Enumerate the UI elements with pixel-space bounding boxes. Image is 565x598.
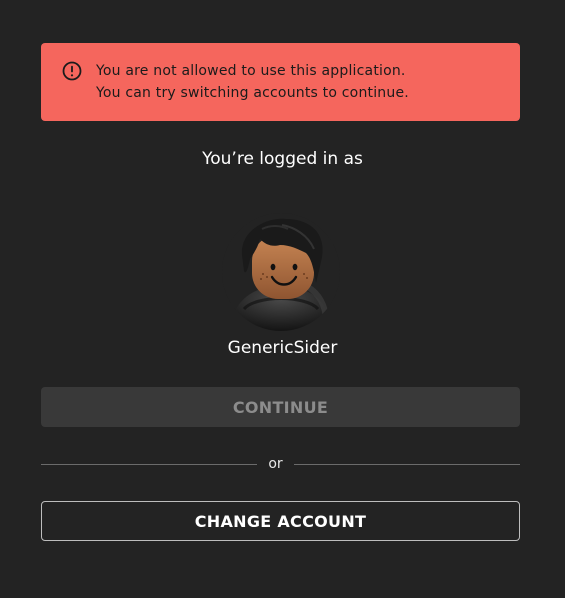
alert-message: You are not allowed to use this applicat… [96,60,409,104]
divider-right [294,464,520,465]
error-circle-icon [62,61,82,81]
avatar [222,213,340,331]
error-alert-banner: You are not allowed to use this applicat… [41,43,520,121]
logged-in-label: You’re logged in as [202,149,363,169]
divider-left [41,464,257,465]
roblox-avatar-headshot-icon [222,213,340,331]
username: GenericSider [227,338,338,358]
alert-message-line-2: You can try switching accounts to contin… [96,85,409,101]
or-separator-label: or [268,456,283,472]
continue-button[interactable]: CONTINUE [41,387,520,427]
alert-message-line-1: You are not allowed to use this applicat… [96,63,406,79]
change-account-button[interactable]: CHANGE ACCOUNT [41,501,520,541]
